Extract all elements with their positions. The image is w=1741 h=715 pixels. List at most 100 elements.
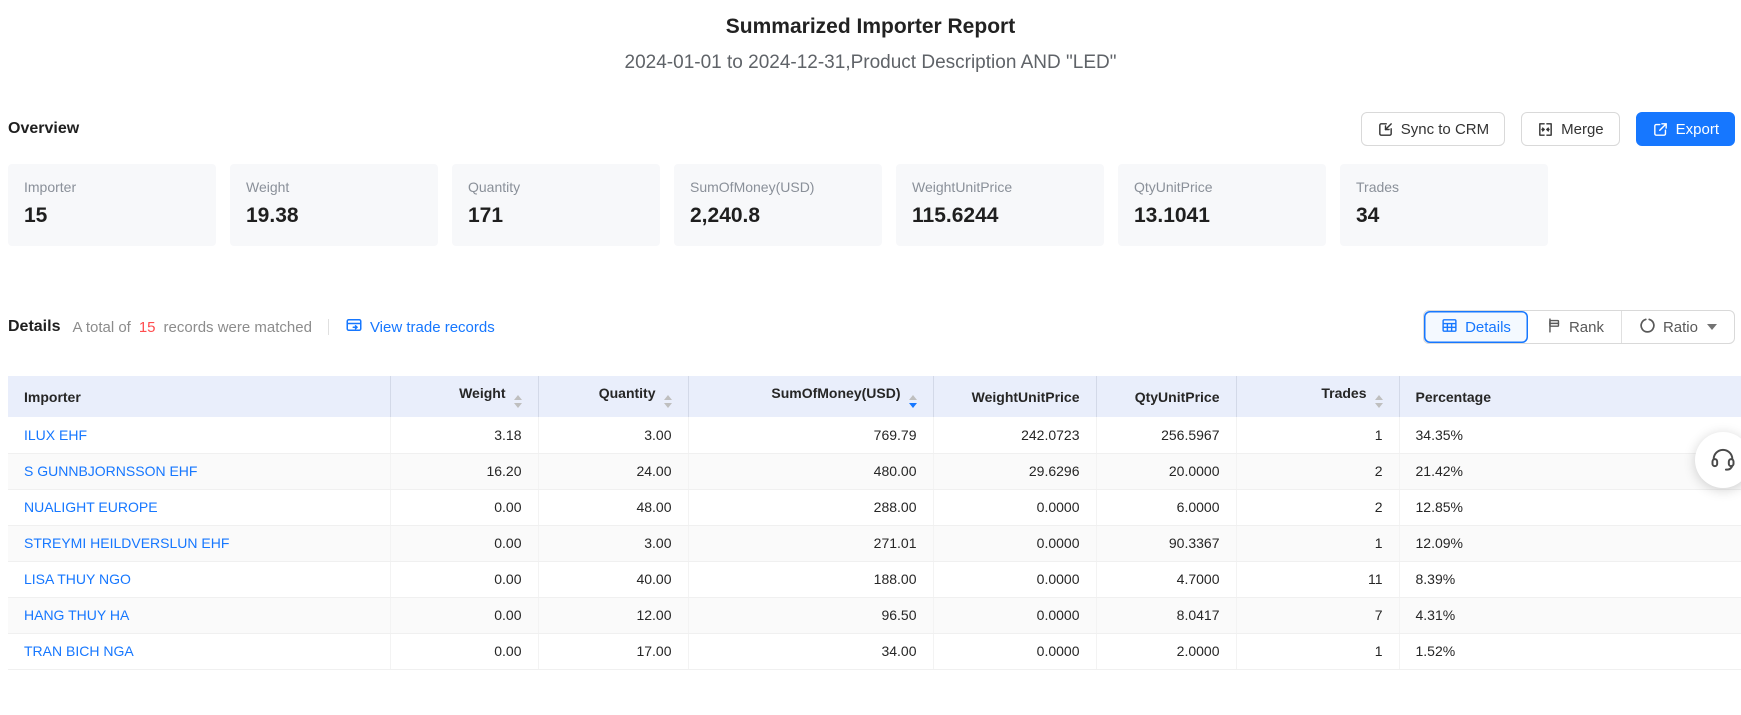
table-row: NUALIGHT EUROPE0.0048.00288.000.00006.00… xyxy=(8,489,1741,525)
stat-card-weight: Weight 19.38 xyxy=(230,164,438,246)
column-header-wup: WeightUnitPrice xyxy=(933,376,1096,417)
overview-actions: Sync to CRM Merge Export xyxy=(1361,112,1735,146)
details-summary: Details A total of 15 records were match… xyxy=(8,316,495,338)
table-row: ILUX EHF3.183.00769.79242.0723256.596713… xyxy=(8,417,1741,453)
column-header-qup: QtyUnitPrice xyxy=(1096,376,1236,417)
qup-cell: 4.7000 xyxy=(1096,561,1236,597)
stat-value: 19.38 xyxy=(246,204,422,228)
view-trade-records-link[interactable]: View trade records xyxy=(345,316,495,338)
wup-cell: 0.0000 xyxy=(933,561,1096,597)
qup-cell: 20.0000 xyxy=(1096,453,1236,489)
quantity-cell: 3.00 xyxy=(538,525,688,561)
export-button[interactable]: Export xyxy=(1636,112,1735,146)
stat-card-quantity: Quantity 171 xyxy=(452,164,660,246)
trades-cell: 7 xyxy=(1236,597,1399,633)
overview-title: Overview xyxy=(8,120,79,138)
stat-card-qtyunitprice: QtyUnitPrice 13.1041 xyxy=(1118,164,1326,246)
wup-cell: 0.0000 xyxy=(933,525,1096,561)
quantity-cell: 24.00 xyxy=(538,453,688,489)
importer-link[interactable]: S GUNNBJORNSSON EHF xyxy=(24,463,197,479)
tab-ratio[interactable]: Ratio xyxy=(1621,311,1734,343)
merge-icon xyxy=(1537,121,1554,138)
sort-icon-sum[interactable] xyxy=(909,395,917,408)
sum-cell: 480.00 xyxy=(688,453,933,489)
total-prefix: A total of xyxy=(72,319,130,336)
stat-label: Importer xyxy=(24,179,200,195)
overview-bar: Overview Sync to CRM Merge xyxy=(0,112,1741,146)
sync-to-crm-label: Sync to CRM xyxy=(1401,121,1489,138)
qup-cell: 6.0000 xyxy=(1096,489,1236,525)
stat-label: Weight xyxy=(246,179,422,195)
column-header-sum[interactable]: SumOfMoney(USD) xyxy=(688,376,933,417)
stat-label: WeightUnitPrice xyxy=(912,179,1088,195)
tab-rank-label: Rank xyxy=(1569,319,1604,336)
tab-details-label: Details xyxy=(1465,319,1511,336)
wup-cell: 0.0000 xyxy=(933,633,1096,669)
importer-link[interactable]: TRAN BICH NGA xyxy=(24,643,134,659)
column-header-trades[interactable]: Trades xyxy=(1236,376,1399,417)
stat-card-weightunitprice: WeightUnitPrice 115.6244 xyxy=(896,164,1104,246)
view-switcher: Details Rank Ratio xyxy=(1423,310,1735,344)
importer-link[interactable]: HANG THUY HA xyxy=(24,607,129,623)
tab-details[interactable]: Details xyxy=(1424,311,1528,343)
trades-cell: 1 xyxy=(1236,417,1399,453)
pct-cell: 34.35% xyxy=(1399,417,1741,453)
trades-cell: 1 xyxy=(1236,633,1399,669)
matched-count: 15 xyxy=(139,319,156,336)
column-label: QtyUnitPrice xyxy=(1135,389,1220,405)
column-label: Weight xyxy=(459,385,505,401)
stat-value: 15 xyxy=(24,204,200,228)
page-title: Summarized Importer Report xyxy=(0,15,1741,39)
importer-link[interactable]: ILUX EHF xyxy=(24,427,87,443)
quantity-cell: 17.00 xyxy=(538,633,688,669)
column-header-pct: Percentage xyxy=(1399,376,1741,417)
weight-cell: 3.18 xyxy=(390,417,538,453)
importer-link[interactable]: STREYMI HEILDVERSLUN EHF xyxy=(24,535,229,551)
table-row: S GUNNBJORNSSON EHF16.2024.00480.0029.62… xyxy=(8,453,1741,489)
importer-link[interactable]: NUALIGHT EUROPE xyxy=(24,499,158,515)
column-header-weight[interactable]: Weight xyxy=(390,376,538,417)
pct-cell: 12.85% xyxy=(1399,489,1741,525)
sort-icon-weight[interactable] xyxy=(514,395,522,408)
tab-rank[interactable]: Rank xyxy=(1528,311,1621,343)
sync-to-crm-button[interactable]: Sync to CRM xyxy=(1361,112,1505,146)
pct-cell: 21.42% xyxy=(1399,453,1741,489)
importer-link[interactable]: LISA THUY NGO xyxy=(24,571,131,587)
merge-button[interactable]: Merge xyxy=(1521,112,1620,146)
importer-cell: ILUX EHF xyxy=(8,417,390,453)
weight-cell: 0.00 xyxy=(390,525,538,561)
column-label: Importer xyxy=(24,389,81,405)
weight-cell: 0.00 xyxy=(390,489,538,525)
stat-value: 13.1041 xyxy=(1134,204,1310,228)
column-header-quantity[interactable]: Quantity xyxy=(538,376,688,417)
wup-cell: 0.0000 xyxy=(933,597,1096,633)
stat-label: Quantity xyxy=(468,179,644,195)
rank-chart-icon xyxy=(1545,317,1562,338)
pct-cell: 8.39% xyxy=(1399,561,1741,597)
trades-cell: 2 xyxy=(1236,453,1399,489)
wup-cell: 29.6296 xyxy=(933,453,1096,489)
table-grid-icon xyxy=(1441,317,1458,338)
overview-stat-cards: Importer 15 Weight 19.38 Quantity 171 Su… xyxy=(0,164,1741,246)
sum-cell: 271.01 xyxy=(688,525,933,561)
column-label: Percentage xyxy=(1416,389,1491,405)
tab-ratio-label: Ratio xyxy=(1663,319,1698,336)
sort-icon-trades[interactable] xyxy=(1375,395,1383,408)
stat-card-sumofmoney: SumOfMoney(USD) 2,240.8 xyxy=(674,164,882,246)
trades-cell: 11 xyxy=(1236,561,1399,597)
quantity-cell: 12.00 xyxy=(538,597,688,633)
importer-cell: NUALIGHT EUROPE xyxy=(8,489,390,525)
divider xyxy=(328,319,329,335)
headset-icon xyxy=(1709,444,1737,477)
qup-cell: 8.0417 xyxy=(1096,597,1236,633)
sort-icon-quantity[interactable] xyxy=(664,395,672,408)
column-label: WeightUnitPrice xyxy=(972,389,1080,405)
sync-import-icon xyxy=(1377,121,1394,138)
stat-value: 34 xyxy=(1356,204,1532,228)
qup-cell: 2.0000 xyxy=(1096,633,1236,669)
sum-cell: 96.50 xyxy=(688,597,933,633)
weight-cell: 0.00 xyxy=(390,561,538,597)
table-row: LISA THUY NGO0.0040.00188.000.00004.7000… xyxy=(8,561,1741,597)
table-header-row: Importer Weight QuantitySumOfMoney(USD) Wei… xyxy=(8,376,1741,417)
trades-cell: 2 xyxy=(1236,489,1399,525)
